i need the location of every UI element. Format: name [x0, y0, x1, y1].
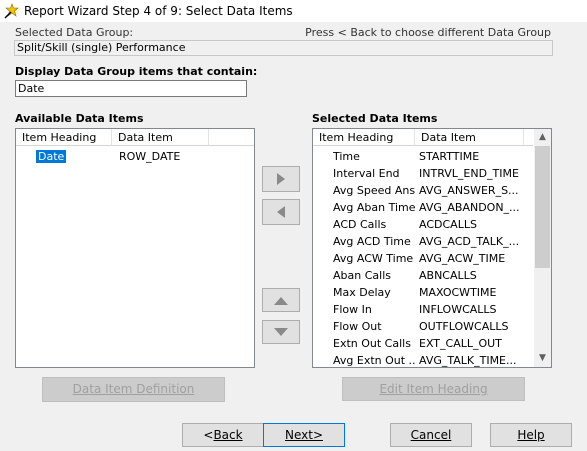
data-item-cell: AVG_ABANDON_...: [419, 201, 520, 214]
column-header-data-item[interactable]: Data Item: [112, 129, 209, 146]
data-item-cell: ROW_DATE: [119, 150, 181, 163]
next-label: Next>: [284, 428, 323, 442]
list-item[interactable]: Avg ACD Time AVG_ACD_TALK_...: [313, 233, 533, 250]
wizard-wand-icon: [4, 3, 20, 19]
item-heading-cell: Flow In: [333, 303, 372, 316]
item-heading-cell: Avg Aban Time: [333, 201, 415, 214]
data-item-definition-label: Data Item Definition: [72, 382, 195, 396]
data-item-cell: AVG_ACW_TIME: [419, 252, 506, 265]
scroll-down-icon[interactable]: ▼: [534, 350, 551, 367]
column-header-filler: [524, 129, 533, 146]
data-item-cell: OUTFLOWCALLS: [419, 320, 509, 333]
edit-item-heading-button[interactable]: Edit Item Heading: [342, 377, 525, 401]
help-button[interactable]: Help: [490, 423, 572, 447]
data-item-cell: AVG_TALK_TIME...: [419, 354, 517, 367]
list-item[interactable]: Date ROW_DATE: [16, 148, 252, 165]
triangle-left-icon: [277, 206, 285, 218]
list-item[interactable]: Time STARTTIME: [313, 148, 533, 165]
back-button[interactable]: <Back: [182, 423, 264, 447]
selected-items-list[interactable]: Item Heading Data Item Time STARTTIME Inte…: [312, 128, 552, 368]
list-item[interactable]: Aban Calls ABNCALLS: [313, 267, 533, 284]
available-items-title: Available Data Items: [15, 112, 144, 125]
filter-label: Display Data Group items that contain:: [15, 65, 258, 78]
list-item[interactable]: Avg Speed Ans AVG_ANSWER_S...: [313, 182, 533, 199]
data-item-cell: AVG_ANSWER_S...: [419, 184, 519, 197]
vertical-scrollbar[interactable]: ▲ ▼: [534, 129, 551, 367]
item-heading-cell: Date: [36, 150, 67, 163]
move-up-button[interactable]: [262, 288, 300, 312]
list-item[interactable]: Interval End INTRVL_END_TIME: [313, 165, 533, 182]
list-item[interactable]: Extn Out Calls EXT_CALL_OUT: [313, 335, 533, 352]
triangle-up-icon: [274, 296, 288, 305]
item-heading-cell: Interval End: [333, 167, 400, 180]
data-item-cell: ABNCALLS: [419, 269, 477, 282]
back-prefix: <: [203, 428, 214, 442]
scroll-thumb[interactable]: [535, 146, 550, 268]
edit-item-heading-label: Edit Item Heading: [379, 382, 488, 396]
cancel-label: Cancel: [410, 428, 452, 442]
item-heading-cell: Extn Out Calls: [333, 337, 411, 350]
cancel-button[interactable]: Cancel: [390, 423, 472, 447]
item-heading-cell: Avg ACW Time: [333, 252, 414, 265]
back-label: Back: [213, 428, 243, 442]
help-label: Help: [517, 428, 545, 442]
list-item[interactable]: ACD Calls ACDCALLS: [313, 216, 533, 233]
title-bar: Report Wizard Step 4 of 9: Select Data I…: [0, 0, 587, 22]
data-item-cell: EXT_CALL_OUT: [419, 337, 502, 350]
move-down-button[interactable]: [262, 320, 300, 344]
back-hint-text: Press < Back to choose different Data Gr…: [305, 26, 551, 39]
column-header-item-heading[interactable]: Item Heading: [313, 129, 415, 146]
filter-input[interactable]: Date: [15, 80, 247, 97]
scroll-up-icon[interactable]: ▲: [534, 129, 551, 146]
column-header-data-item[interactable]: Data Item: [415, 129, 524, 146]
item-heading-cell: Flow Out: [333, 320, 382, 333]
data-item-cell: ACDCALLS: [419, 218, 477, 231]
window-title: Report Wizard Step 4 of 9: Select Data I…: [24, 4, 293, 18]
triangle-right-icon: [277, 173, 285, 185]
item-heading-cell: Aban Calls: [333, 269, 391, 282]
available-items-list[interactable]: Item Heading Data Item Date ROW_DATE: [15, 128, 255, 368]
selected-group-field: Split/Skill (single) Performance: [14, 40, 553, 56]
list-item[interactable]: Max Delay MAXOCWTIME: [313, 284, 533, 301]
next-button[interactable]: Next>: [263, 423, 345, 447]
column-header-item-heading[interactable]: Item Heading: [16, 129, 112, 146]
list-item[interactable]: Flow In INFLOWCALLS: [313, 301, 533, 318]
add-item-button[interactable]: [262, 166, 300, 192]
triangle-down-icon: [274, 327, 288, 336]
data-item-cell: INTRVL_END_TIME: [419, 167, 519, 180]
selected-group-label: Selected Data Group:: [15, 26, 134, 39]
item-heading-cell: Time: [333, 150, 360, 163]
column-header-filler: [209, 129, 254, 146]
list-item[interactable]: Avg ACW Time AVG_ACW_TIME: [313, 250, 533, 267]
selected-items-title: Selected Data Items: [312, 112, 438, 125]
list-item[interactable]: Flow Out OUTFLOWCALLS: [313, 318, 533, 335]
remove-item-button[interactable]: [262, 199, 300, 225]
item-heading-cell: Avg ACD Time: [333, 235, 411, 248]
list-item[interactable]: Avg Extn Out ... AVG_TALK_TIME...: [313, 352, 533, 367]
item-heading-cell: ACD Calls: [333, 218, 387, 231]
data-item-definition-button[interactable]: Data Item Definition: [42, 377, 225, 402]
item-heading-cell: Max Delay: [333, 286, 391, 299]
data-item-cell: MAXOCWTIME: [419, 286, 497, 299]
item-heading-cell: Avg Speed Ans: [333, 184, 415, 197]
data-item-cell: AVG_ACD_TALK_...: [419, 235, 520, 248]
data-item-cell: INFLOWCALLS: [419, 303, 497, 316]
data-item-cell: STARTTIME: [419, 150, 480, 163]
list-item[interactable]: Avg Aban Time AVG_ABANDON_...: [313, 199, 533, 216]
item-heading-cell: Avg Extn Out ...: [333, 354, 415, 367]
